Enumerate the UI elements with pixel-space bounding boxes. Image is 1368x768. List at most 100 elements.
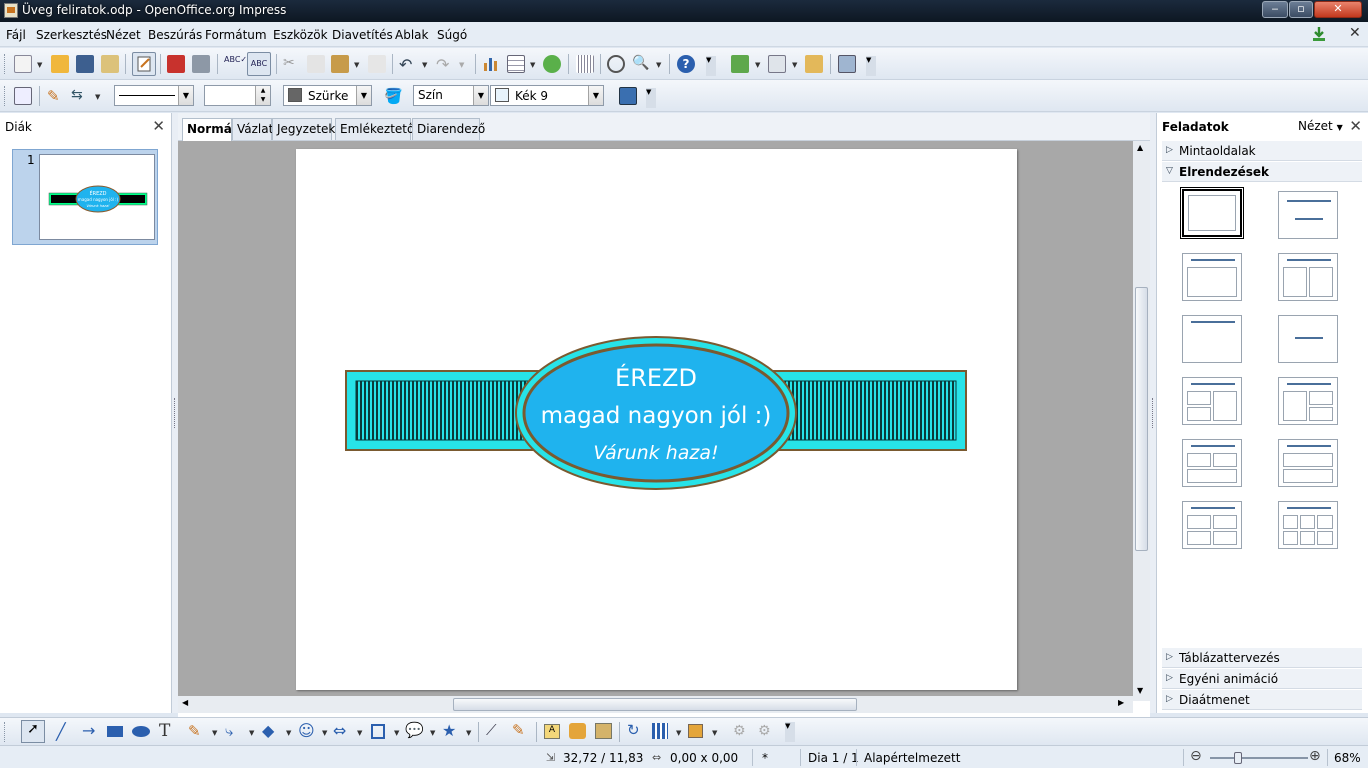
alignment-icon[interactable] [652, 723, 668, 739]
slideshow-icon[interactable] [838, 55, 856, 73]
menu-window[interactable]: Ablak [395, 28, 428, 42]
flowchart-icon[interactable] [371, 724, 385, 739]
layout-title-6content[interactable] [1278, 501, 1338, 549]
clone-formatting-icon[interactable] [368, 55, 386, 73]
undo-icon[interactable]: ↶ [399, 55, 417, 74]
block-arrows-dropdown-icon[interactable]: ▼ [357, 729, 362, 737]
flowchart-dropdown-icon[interactable]: ▼ [394, 729, 399, 737]
layout-dropdown-icon[interactable]: ▼ [792, 61, 797, 69]
slide-design-icon[interactable] [805, 55, 823, 73]
update-download-icon[interactable] [1311, 26, 1327, 42]
callouts-icon[interactable]: 💬 [405, 721, 424, 739]
toolbar-grip[interactable] [4, 722, 7, 742]
layout-title-only-centered[interactable] [1278, 191, 1338, 239]
export-pdf-icon[interactable] [167, 55, 185, 73]
close-pane-icon[interactable]: ✕ [152, 117, 165, 135]
layout-blank[interactable] [1180, 187, 1244, 239]
slide-layout-icon[interactable] [768, 55, 786, 73]
toolbar-overflow-icon[interactable]: ▼ [646, 88, 656, 108]
horizontal-scroll-thumb[interactable] [453, 698, 857, 711]
vertical-scroll-thumb[interactable] [1135, 287, 1148, 551]
layout-title-two-columns[interactable] [1278, 253, 1338, 301]
slide-canvas[interactable]: ÉREZD magad nagyon jól :) Várunk haza! [296, 149, 1017, 690]
redo-icon[interactable]: ↷ [436, 55, 454, 74]
menu-file[interactable]: Fájl [6, 28, 26, 42]
menu-slideshow[interactable]: Diavetítés [332, 28, 393, 42]
block-arrows-icon[interactable]: ⇔ [333, 721, 346, 740]
area-fill-icon[interactable]: 🪣 [384, 87, 403, 105]
email-icon[interactable] [101, 55, 119, 73]
close-window-button[interactable]: ✕ [1314, 1, 1362, 18]
maximize-button[interactable]: ▫ [1289, 1, 1313, 18]
tab-outline[interactable]: Vázlat [232, 118, 273, 140]
zoom-out-icon[interactable]: ⊖ [1190, 748, 1202, 764]
rotate-icon[interactable]: ↻ [627, 721, 640, 739]
section-custom-animation[interactable]: ▷ Egyéni animáció [1162, 669, 1362, 689]
callouts-dropdown-icon[interactable]: ▼ [430, 729, 435, 737]
line-style-select[interactable]: ▼ [114, 85, 194, 106]
scroll-right-icon[interactable]: ▶ [1118, 698, 1124, 707]
table-icon[interactable] [507, 55, 525, 73]
layout-title-2content-left[interactable] [1182, 377, 1242, 425]
layout-title-content-over-content[interactable] [1278, 439, 1338, 487]
horizontal-scrollbar[interactable]: ◀ ▶ [178, 696, 1133, 713]
shadow-icon[interactable] [619, 87, 637, 105]
paste-icon[interactable] [331, 55, 349, 73]
toolbar-overflow-icon[interactable]: ▼ [706, 56, 716, 76]
connector-dropdown-icon[interactable]: ▼ [249, 729, 254, 737]
gallery-icon[interactable] [595, 723, 612, 739]
stars-icon[interactable]: ★ [442, 721, 456, 740]
line-color-select[interactable]: Szürke ▼ [283, 85, 372, 106]
slide-text-line2[interactable]: magad nagyon jól :) [541, 403, 772, 429]
rectangle-tool-icon[interactable] [107, 726, 123, 737]
ellipse-tool-icon[interactable] [132, 726, 150, 737]
chart-icon[interactable] [482, 55, 500, 73]
toolbar-overflow-icon[interactable]: ▼ [785, 722, 795, 742]
toolbar-grip[interactable] [4, 86, 7, 106]
fontwork-icon[interactable] [543, 55, 561, 73]
menu-edit[interactable]: Szerkesztés [36, 28, 107, 42]
layout-title-4content[interactable] [1182, 501, 1242, 549]
slide-thumbnail-selected[interactable]: 1 ÉREZD magad nagyon jól :) Várunk haza! [12, 149, 158, 245]
text-tool-icon[interactable]: T [159, 721, 170, 741]
line-width-spinner[interactable]: ▲ ▼ [204, 85, 271, 106]
shapes-dropdown-icon[interactable]: ▼ [286, 729, 291, 737]
slide-workarea[interactable]: ÉREZD magad nagyon jól :) Várunk haza! [178, 141, 1133, 701]
new-document-icon[interactable] [14, 55, 32, 73]
zoom-level[interactable]: 68% [1334, 751, 1361, 765]
tab-slide-sorter[interactable]: Diarendező [412, 118, 485, 140]
menu-format[interactable]: Formátum [205, 28, 267, 42]
slide-dropdown-icon[interactable]: ▼ [755, 61, 760, 69]
close-document-icon[interactable]: ✕ [1349, 25, 1361, 41]
symbol-dropdown-icon[interactable]: ▼ [322, 729, 327, 737]
menu-view[interactable]: Nézet [106, 28, 141, 42]
symbol-shapes-icon[interactable]: ☺ [298, 721, 315, 740]
section-table-design[interactable]: ▷ Táblázattervezés [1162, 648, 1362, 668]
styles-formatting-icon[interactable] [14, 87, 32, 105]
close-task-pane-icon[interactable]: ✕ [1349, 117, 1362, 135]
arrange-icon[interactable] [688, 724, 703, 738]
print-icon[interactable] [192, 55, 210, 73]
zoom-slider-handle[interactable] [1234, 752, 1242, 764]
layout-title-2content-top[interactable] [1182, 439, 1242, 487]
area-color-select[interactable]: Kék 9 ▼ [490, 85, 604, 106]
menu-insert[interactable]: Beszúrás [148, 28, 202, 42]
toolbar-grip[interactable] [4, 54, 7, 74]
scroll-down-icon[interactable]: ▼ [1137, 686, 1143, 695]
select-arrow-icon[interactable]: ➚ [21, 720, 45, 743]
navigator-icon[interactable] [607, 55, 625, 73]
arrow-tool-icon[interactable]: → [82, 721, 95, 740]
alignment-dropdown-icon[interactable]: ▼ [676, 729, 681, 737]
layout-title-content[interactable] [1182, 253, 1242, 301]
slide-text-line3[interactable]: Várunk haza! [593, 442, 718, 464]
undo-dropdown-icon[interactable]: ▼ [422, 61, 427, 69]
cut-icon[interactable]: ✂ [283, 55, 301, 73]
menu-help[interactable]: Súgó [437, 28, 467, 42]
paste-dropdown-icon[interactable]: ▼ [354, 61, 359, 69]
grid-icon[interactable] [576, 55, 594, 73]
copy-icon[interactable] [307, 55, 325, 73]
layout-title-2content-right[interactable] [1278, 377, 1338, 425]
arrow-dropdown-icon[interactable]: ▼ [95, 93, 100, 101]
section-slide-transition[interactable]: ▷ Diaátmenet [1162, 690, 1362, 710]
save-icon[interactable] [76, 55, 94, 73]
